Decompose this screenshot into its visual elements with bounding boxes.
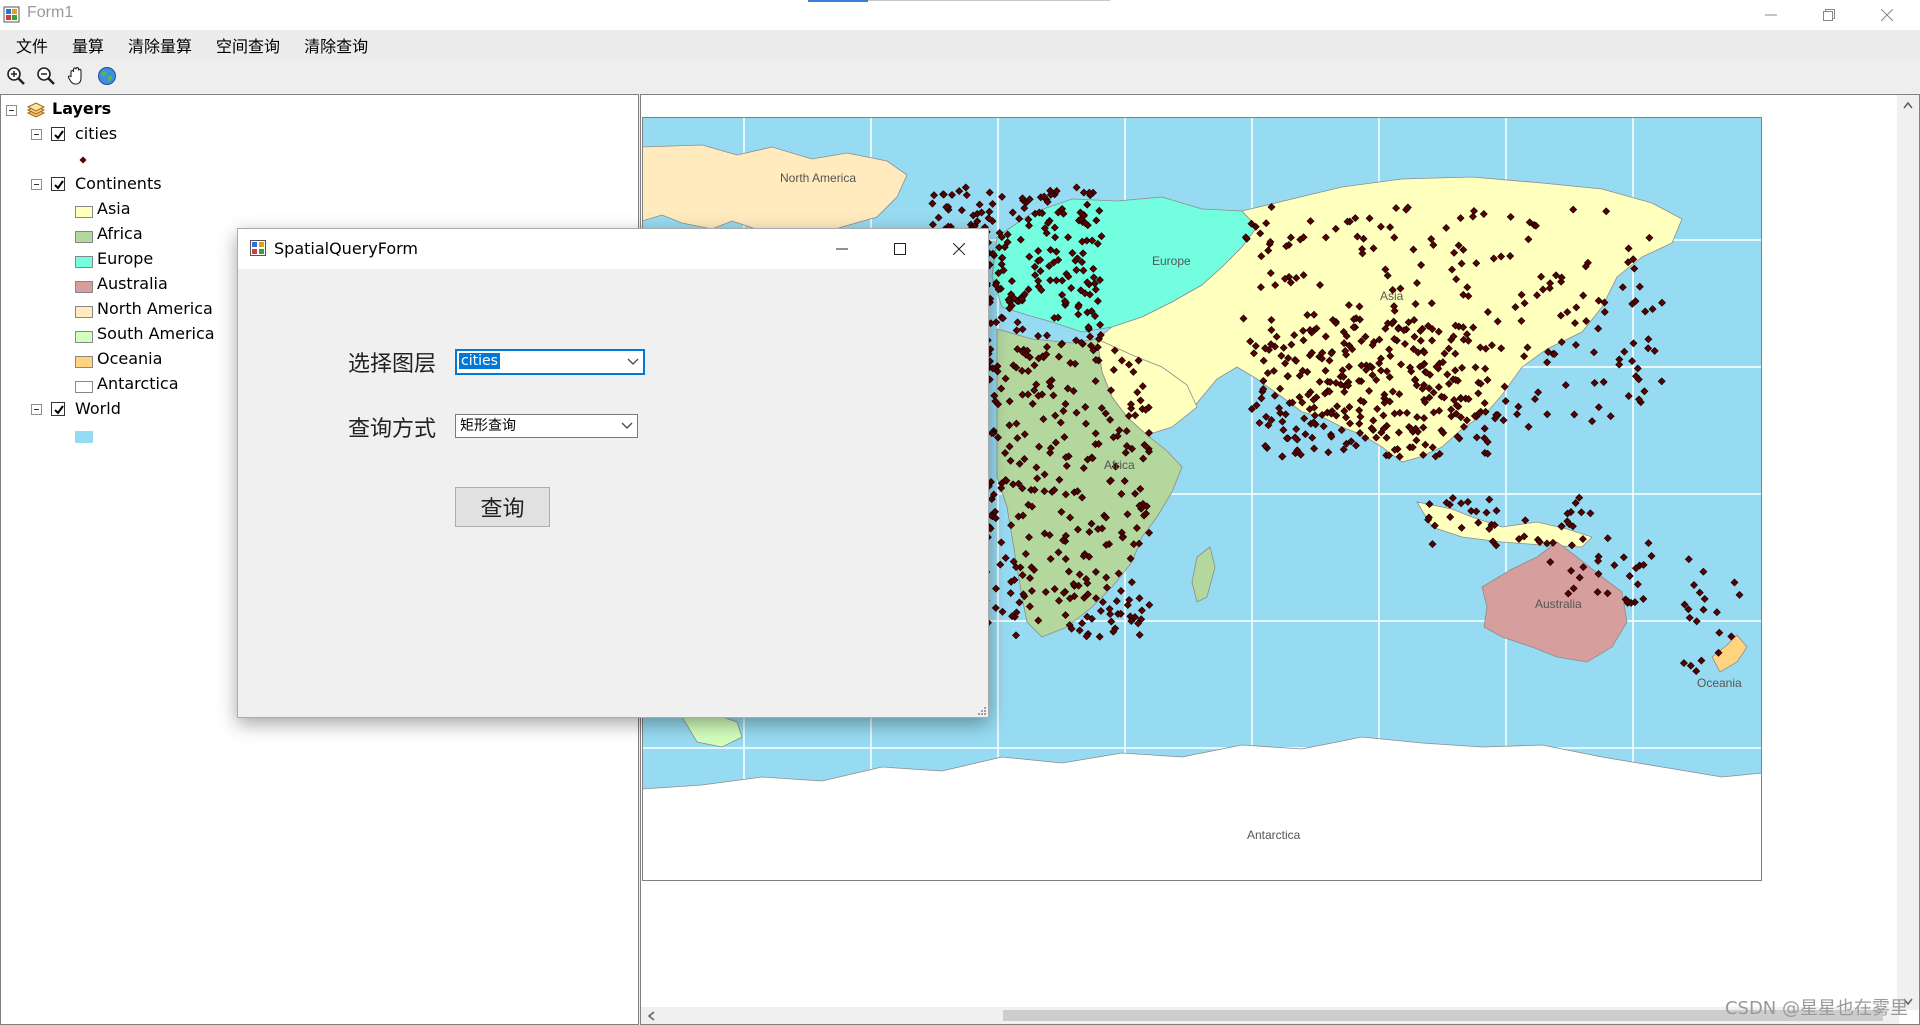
full-extent-globe-icon[interactable] (97, 66, 117, 86)
legend-swatch-oceania (75, 356, 93, 368)
query-button[interactable]: 查询 (455, 487, 550, 527)
scroll-left-icon[interactable] (647, 1011, 655, 1021)
window-titlebar: Form1 (0, 0, 1920, 30)
scroll-up-icon[interactable] (1903, 101, 1913, 109)
layer-select-label: 选择图层 (348, 352, 437, 377)
check-icon (54, 130, 64, 140)
map-label-europe: Europe (1152, 254, 1191, 268)
layer-label-cities: cities (75, 124, 118, 143)
legend-label-asia: Asia (97, 199, 131, 218)
minimize-icon (836, 248, 848, 250)
method-select-value: 矩形查询 (460, 418, 516, 434)
legend-label-africa: Africa (97, 224, 143, 243)
menu-clear-measure[interactable]: 清除量算 (118, 33, 202, 57)
layer-checkbox-continents[interactable] (51, 177, 65, 191)
legend-swatch-north-america (75, 306, 93, 318)
city-point-symbol (79, 156, 87, 164)
dialog-title: SpatialQueryForm (274, 239, 419, 258)
dialog-titlebar: SpatialQueryForm (238, 229, 988, 269)
layer-checkbox-cities[interactable] (51, 127, 65, 141)
zoom-out-icon[interactable] (36, 66, 56, 86)
taskbar-indicator (808, 0, 868, 2)
layer-select-value: cities (459, 353, 500, 369)
close-icon (953, 243, 965, 255)
collapse-toggle-layers[interactable] (6, 105, 17, 116)
menu-measure[interactable]: 量算 (62, 33, 114, 57)
layer-checkbox-world[interactable] (51, 402, 65, 416)
collapse-toggle-cities[interactable] (31, 129, 42, 140)
chevron-down-icon (621, 422, 633, 429)
map-label-australia: Australia (1535, 597, 1582, 611)
method-select[interactable]: 矩形查询 (455, 414, 638, 438)
map-label-asia: Asia (1380, 289, 1404, 303)
resize-grip-icon[interactable] (976, 705, 986, 715)
legend-swatch-antarctica (75, 381, 93, 393)
map-label-oceania: Oceania (1697, 676, 1742, 690)
check-icon (54, 180, 64, 190)
menu-spatial-query[interactable]: 空间查询 (206, 33, 290, 57)
check-icon (54, 405, 64, 415)
legend-label-south-america: South America (97, 324, 215, 343)
close-button[interactable] (1858, 0, 1916, 30)
dialog-app-icon (250, 240, 266, 256)
method-select-label: 查询方式 (348, 417, 437, 442)
legend-swatch-world (75, 431, 93, 443)
maximize-icon (894, 243, 906, 255)
legend-swatch-africa (75, 231, 93, 243)
minimize-icon (1765, 14, 1777, 16)
menu-bar: 文件 量算 清除量算 空间查询 清除查询 (0, 30, 1920, 59)
legend-swatch-europe (75, 256, 93, 268)
spatial-query-dialog: SpatialQueryForm 选择图层 cities 查询方式 矩形查询 查… (237, 228, 989, 718)
vertical-scrollbar[interactable] (1897, 95, 1919, 1010)
zoom-in-icon[interactable] (6, 66, 26, 86)
layer-label-world: World (75, 399, 121, 418)
layers-icon (26, 102, 46, 118)
chevron-down-icon (627, 358, 639, 365)
map-label-africa: Africa (1104, 458, 1135, 472)
layer-select[interactable]: cities (455, 349, 645, 375)
app-icon (3, 6, 20, 23)
watermark: CSDN @星星也在雾里 (1724, 998, 1908, 1019)
collapse-toggle-world[interactable] (31, 404, 42, 415)
toc-root-label: Layers (52, 99, 112, 118)
map-label-antarctica: Antarctica (1247, 828, 1301, 842)
layer-label-continents: Continents (75, 174, 162, 193)
legend-label-north-america: North America (97, 299, 213, 318)
map-toolbar (0, 59, 1920, 93)
dialog-minimize-button[interactable] (813, 229, 871, 269)
menu-file[interactable]: 文件 (6, 33, 58, 57)
legend-label-europe: Europe (97, 249, 154, 268)
dialog-maximize-button[interactable] (871, 229, 929, 269)
window-title: Form1 (27, 4, 74, 21)
legend-label-australia: Australia (97, 274, 168, 293)
menu-clear-query[interactable]: 清除查询 (294, 33, 378, 57)
restore-button[interactable] (1800, 0, 1858, 30)
pan-hand-icon[interactable] (66, 66, 86, 86)
taskbar-line (868, 0, 1110, 1)
dialog-close-button[interactable] (930, 229, 988, 269)
restore-icon (1823, 9, 1835, 21)
horizontal-scrollbar[interactable] (641, 1007, 1899, 1024)
legend-label-antarctica: Antarctica (97, 374, 179, 393)
close-icon (1881, 9, 1893, 21)
minimize-button[interactable] (1742, 0, 1800, 30)
collapse-toggle-continents[interactable] (31, 179, 42, 190)
legend-swatch-asia (75, 206, 93, 218)
legend-swatch-australia (75, 281, 93, 293)
legend-label-oceania: Oceania (97, 349, 163, 368)
legend-swatch-south-america (75, 331, 93, 343)
map-label-north-america: North America (780, 171, 856, 185)
